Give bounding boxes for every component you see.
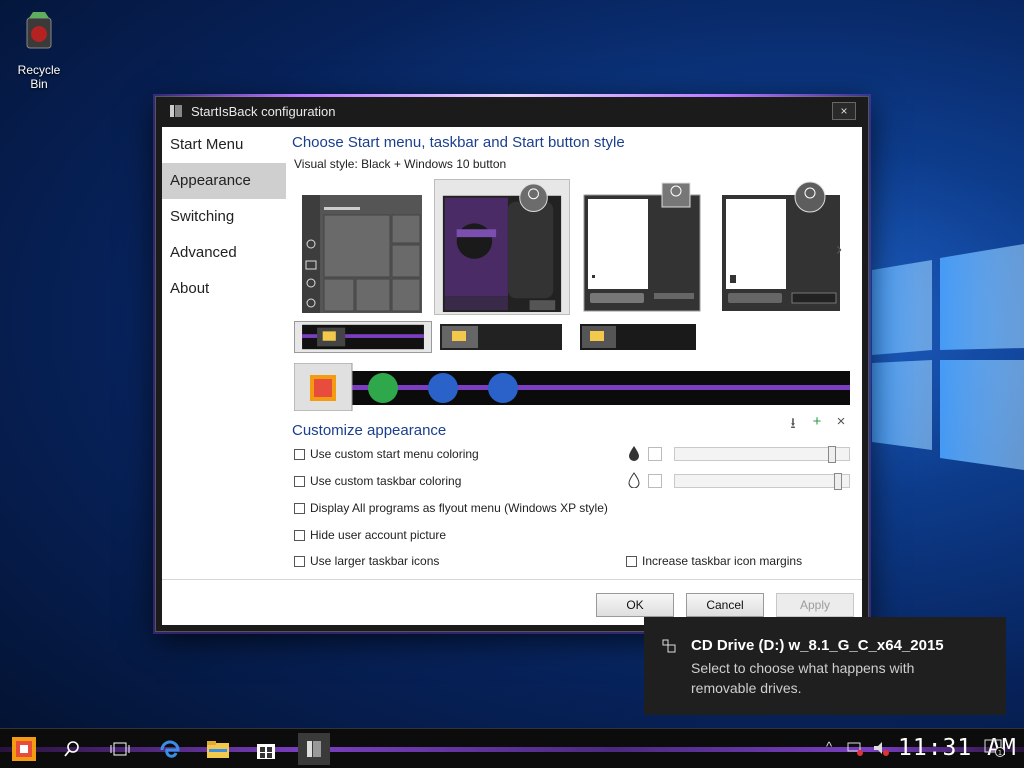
volume-muted-icon[interactable] [872,739,890,757]
action-center-button[interactable]: 1 [984,739,1006,757]
start-menu-style-vista[interactable] [574,179,710,315]
add-icon[interactable]: + [810,413,824,438]
drive-notification-toast[interactable]: CD Drive (D:) w_8.1_G_C_x64_2015 Select … [644,617,1006,715]
sidebar-nav: Start Menu Appearance Switching Advanced… [162,127,286,625]
nav-item-start-menu[interactable]: Start Menu [162,127,286,163]
start-color-swatch[interactable] [648,447,662,461]
icon-margins-option[interactable]: Increase taskbar icon margins [626,554,802,568]
nav-item-appearance[interactable]: Appearance [162,163,286,199]
config-window: StartIsBack configuration × Start Menu A… [155,94,869,632]
start-logo-icon [12,737,36,761]
custom-start-color-option[interactable]: Use custom start menu coloring [294,447,479,461]
nav-item-advanced[interactable]: Advanced [162,235,286,271]
hide-user-picture-option[interactable]: Hide user account picture [294,528,446,542]
visual-style-line: Visual style: Black + Windows 10 button [294,157,506,171]
start-menu-style-win10[interactable] [294,179,430,315]
task-view-icon [110,742,130,756]
window-client: Start Menu Appearance Switching Advanced… [162,127,862,625]
flyout-menu-checkbox[interactable] [294,502,305,514]
icon-margins-checkbox[interactable] [626,555,637,567]
flyout-menu-label: Display All programs as flyout menu (Win… [310,501,608,515]
taskbar-style-purple[interactable] [294,321,432,353]
icon-margins-label: Increase taskbar icon margins [642,554,803,568]
apply-button[interactable]: Apply [776,593,854,617]
title-bar[interactable]: StartIsBack configuration × [156,97,868,125]
chevron-up-icon[interactable]: ^ [826,739,844,757]
taskbar-opacity-thumb[interactable] [834,473,842,490]
hide-user-picture-label: Hide user account picture [310,528,447,542]
color-drop-outline-icon [628,472,640,488]
visual-style-label: Visual style: [294,157,358,171]
window-title: StartIsBack configuration [191,103,336,119]
nav-item-about[interactable]: About [162,271,286,307]
notifications-icon: 1 [984,739,1005,757]
cancel-button[interactable]: Cancel [686,593,764,617]
desktop-icon-label: Recycle Bin [17,63,61,91]
taskbar-style-dark[interactable] [436,321,574,353]
remove-icon[interactable]: × [834,413,848,438]
search-icon [64,741,79,757]
start-menu-style-xp[interactable] [714,179,850,315]
custom-start-color-label: Use custom start menu coloring [310,447,479,461]
drive-icon [662,639,676,653]
custom-start-color-checkbox[interactable] [294,448,305,460]
recycle-bin-icon [26,12,52,49]
start-button-styles[interactable] [294,363,850,411]
store-icon [257,744,275,759]
larger-icons-label: Use larger taskbar icons [310,554,440,568]
start-opacity-thumb[interactable] [828,446,836,463]
start-button[interactable] [8,733,40,765]
visual-style-value: Black + Windows 10 button [361,157,507,171]
task-view-button[interactable] [104,733,136,765]
start-menu-style-win7-selected[interactable] [434,179,570,315]
ok-button[interactable]: OK [596,593,674,617]
taskbar-color-swatch[interactable] [648,474,662,488]
close-button[interactable]: × [832,102,856,120]
taskbar: ^ 11:31 AM 1 [0,728,1024,768]
flyout-menu-option[interactable]: Display All programs as flyout menu (Win… [294,501,608,515]
customize-heading: Customize appearance [292,422,447,439]
app-window-icon [307,741,321,757]
file-explorer-button[interactable] [202,733,234,765]
wallpaper-logo [872,244,1024,470]
nav-item-switching[interactable]: Switching [162,199,286,235]
hide-user-picture-checkbox[interactable] [294,529,305,541]
start-opacity-slider[interactable] [674,446,850,463]
app-icon [170,105,182,117]
style-heading: Choose Start menu, taskbar and Start but… [292,134,625,151]
edge-icon [160,740,180,758]
larger-icons-checkbox[interactable] [294,555,305,567]
taskbar-style-black[interactable] [576,321,714,353]
desktop-icon-recycle-bin[interactable]: Recycle Bin [8,8,70,91]
custom-taskbar-color-checkbox[interactable] [294,475,305,487]
edge-button[interactable] [154,733,186,765]
next-styles-arrow[interactable]: › [836,239,842,260]
taskbar-opacity-slider[interactable] [674,473,850,490]
toast-body: Select to choose what happens with remov… [691,660,915,696]
download-icon[interactable]: ⭳ [786,413,800,438]
custom-taskbar-color-label: Use custom taskbar coloring [310,474,462,488]
footer-separator [162,579,862,580]
toast-title: CD Drive (D:) w_8.1_G_C_x64_2015 [691,637,944,654]
appearance-panel: Choose Start menu, taskbar and Start but… [162,127,862,625]
style-tools: ⭳ + × [786,413,848,438]
custom-taskbar-color-option[interactable]: Use custom taskbar coloring [294,474,461,488]
search-button[interactable] [56,733,88,765]
store-button[interactable] [250,733,282,765]
network-icon[interactable] [846,739,864,757]
notification-count: 1 [998,749,1002,757]
larger-icons-option[interactable]: Use larger taskbar icons [294,554,439,568]
color-drop-filled-icon [629,446,639,461]
startisback-taskbar-button[interactable] [298,733,330,765]
folder-icon [207,741,229,758]
